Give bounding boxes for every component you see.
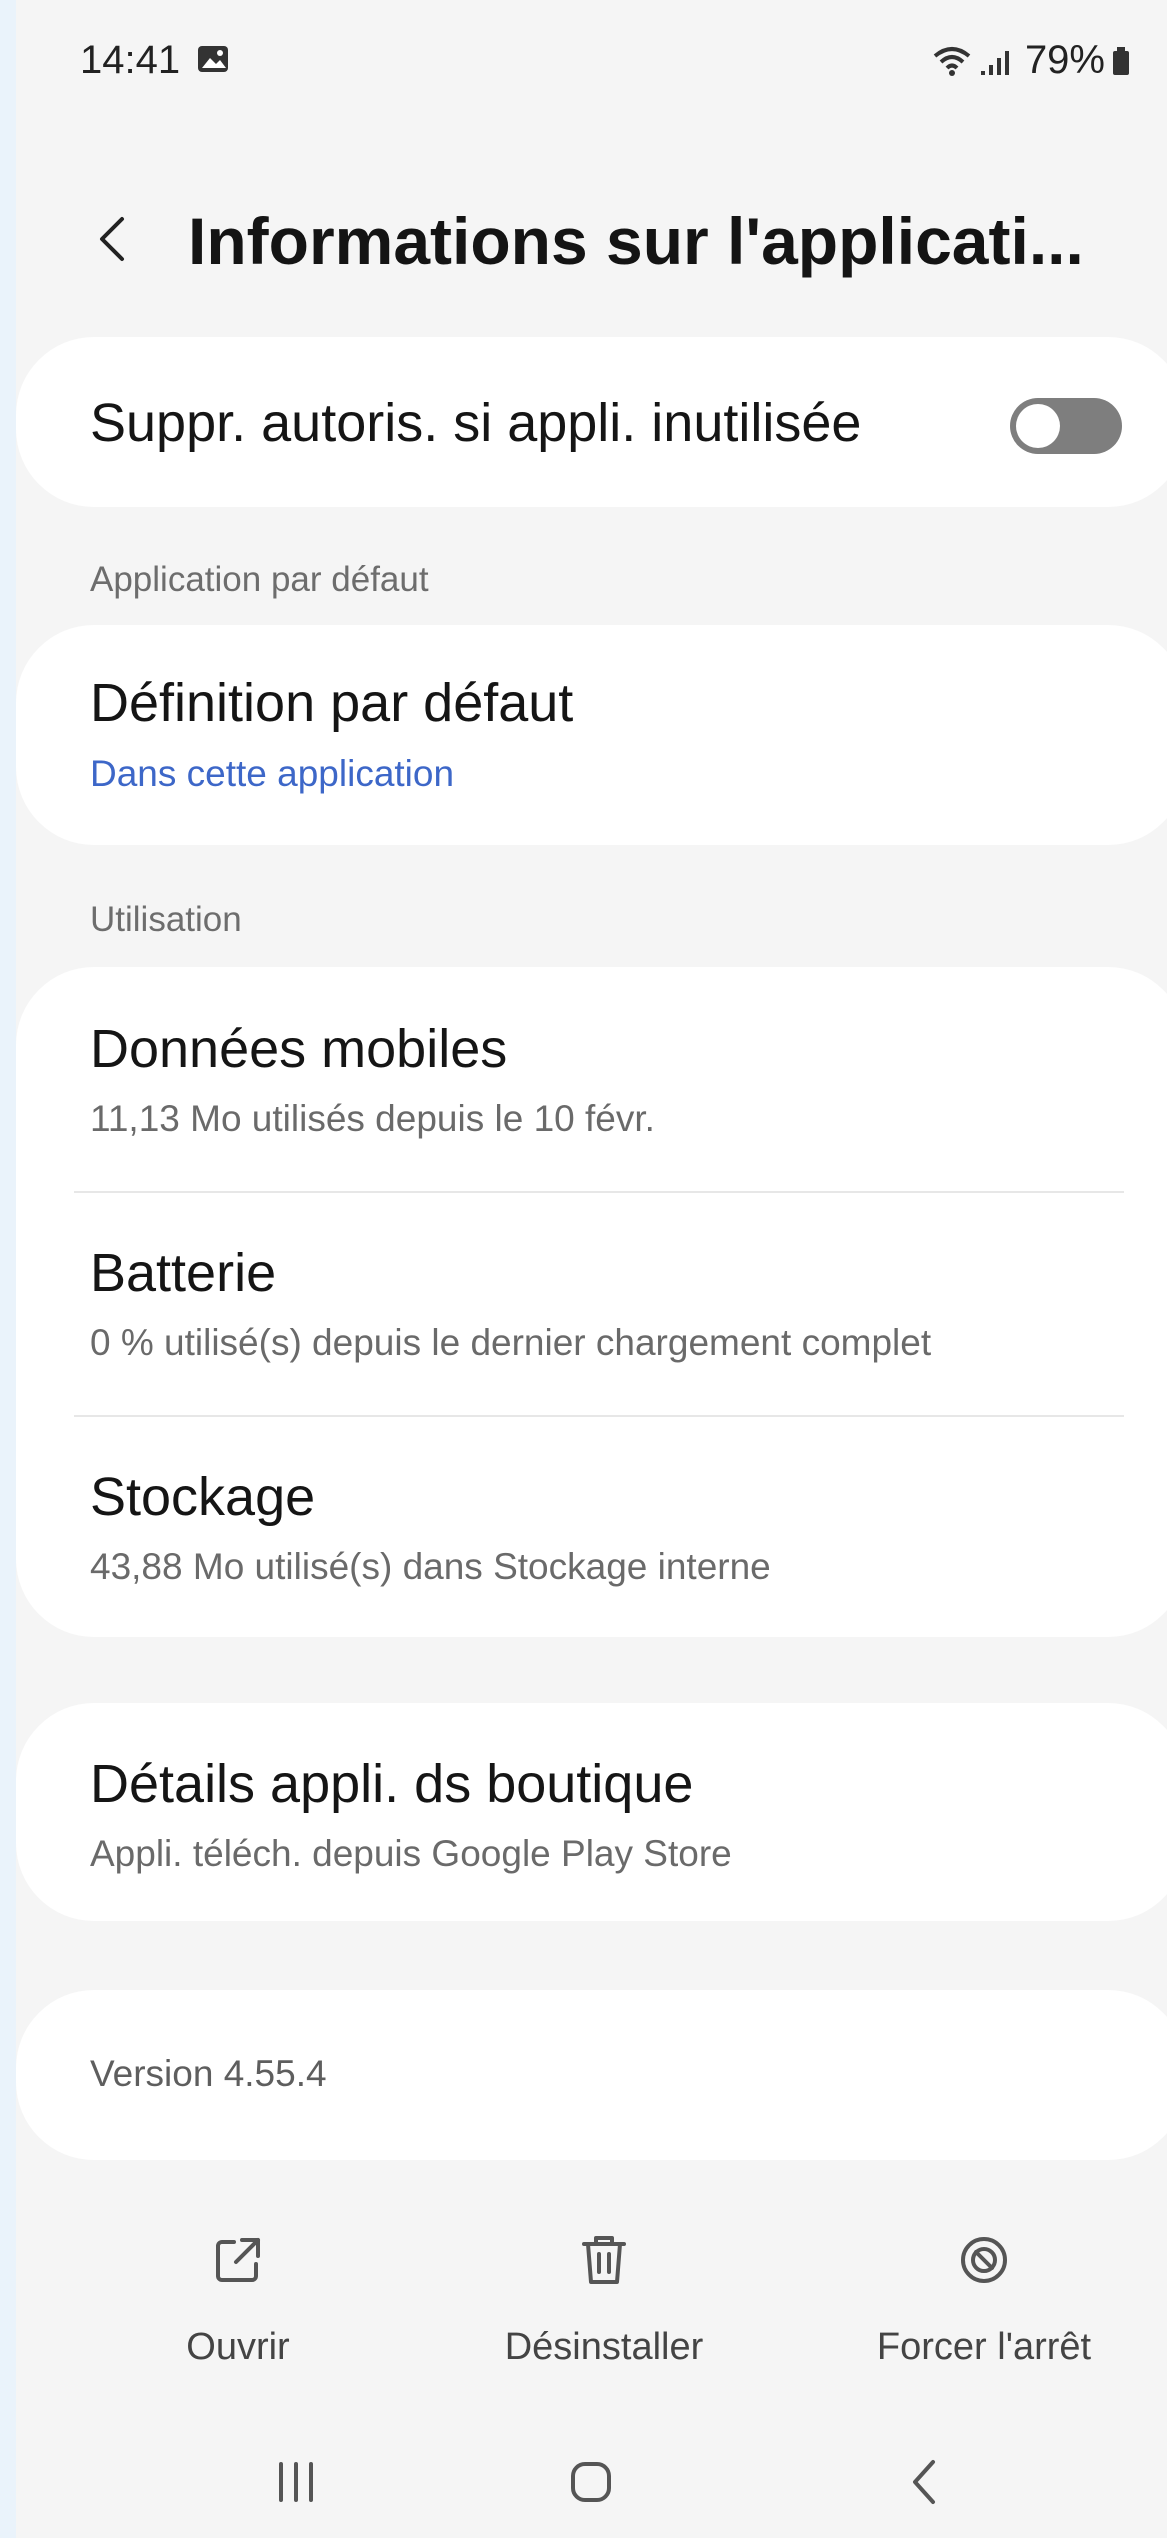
open-label: Ouvrir — [186, 2326, 290, 2368]
default-setting-title: Définition par défaut — [90, 673, 574, 733]
section-heading-usage: Utilisation — [90, 900, 242, 939]
open-button[interactable]: Ouvrir — [88, 2230, 388, 2369]
navigation-bar — [16, 2430, 1167, 2538]
force-stop-icon — [961, 2237, 1007, 2283]
battery-icon — [1113, 46, 1129, 75]
open-external-icon — [216, 2238, 260, 2282]
status-time: 14:41 — [80, 38, 181, 82]
battery-title[interactable]: Batterie — [90, 1242, 276, 1304]
trash-icon — [582, 2236, 626, 2284]
status-indicators: 79% — [931, 38, 1131, 83]
battery-subtitle: 0 % utilisé(s) depuis le dernier chargem… — [90, 1322, 932, 1363]
permissions-toggle[interactable] — [1010, 398, 1122, 454]
store-details-subtitle: Appli. téléch. depuis Google Play Store — [90, 1833, 732, 1874]
home-icon[interactable] — [556, 2452, 626, 2512]
gallery-icon — [198, 46, 228, 72]
back-icon[interactable] — [891, 2452, 961, 2512]
page-title: Informations sur l'applicati... — [188, 204, 1084, 278]
uninstall-label: Désinstaller — [504, 2326, 704, 2368]
uninstall-button[interactable]: Désinstaller — [454, 2230, 754, 2369]
signal-icon — [980, 50, 1009, 75]
store-details-title: Détails appli. ds boutique — [90, 1754, 694, 1814]
section-heading-default-app: Application par défaut — [90, 560, 429, 599]
default-setting-subtitle: Dans cette application — [90, 753, 455, 794]
divider — [74, 1191, 1124, 1193]
mobile-data-subtitle: 11,13 Mo utilisés depuis le 10 févr. — [90, 1098, 655, 1139]
divider — [74, 1415, 1124, 1417]
status-bar: 14:41 79% — [16, 0, 1167, 130]
toggle-knob — [1016, 404, 1060, 448]
recent-apps-icon[interactable] — [261, 2452, 331, 2512]
chevron-left-icon[interactable] — [86, 211, 142, 267]
version-text: Version 4.55.4 — [90, 2053, 327, 2094]
wifi-icon — [933, 46, 971, 76]
force-stop-button[interactable]: Forcer l'arrêt — [834, 2230, 1134, 2369]
default-app-card[interactable] — [16, 625, 1167, 845]
storage-subtitle: 43,88 Mo utilisé(s) dans Stockage intern… — [90, 1546, 771, 1587]
force-stop-label: Forcer l'arrêt — [876, 2326, 1092, 2368]
app-info-screen: 14:41 79% Informations sur l'applicati..… — [16, 0, 1167, 2538]
app-bar: Informations sur l'applicati... — [16, 185, 1167, 295]
permissions-toggle-label: Suppr. autoris. si appli. inutilisée — [90, 393, 862, 453]
storage-title[interactable]: Stockage — [90, 1466, 315, 1528]
mobile-data-title[interactable]: Données mobiles — [90, 1018, 507, 1080]
battery-percent: 79% — [1024, 38, 1105, 82]
